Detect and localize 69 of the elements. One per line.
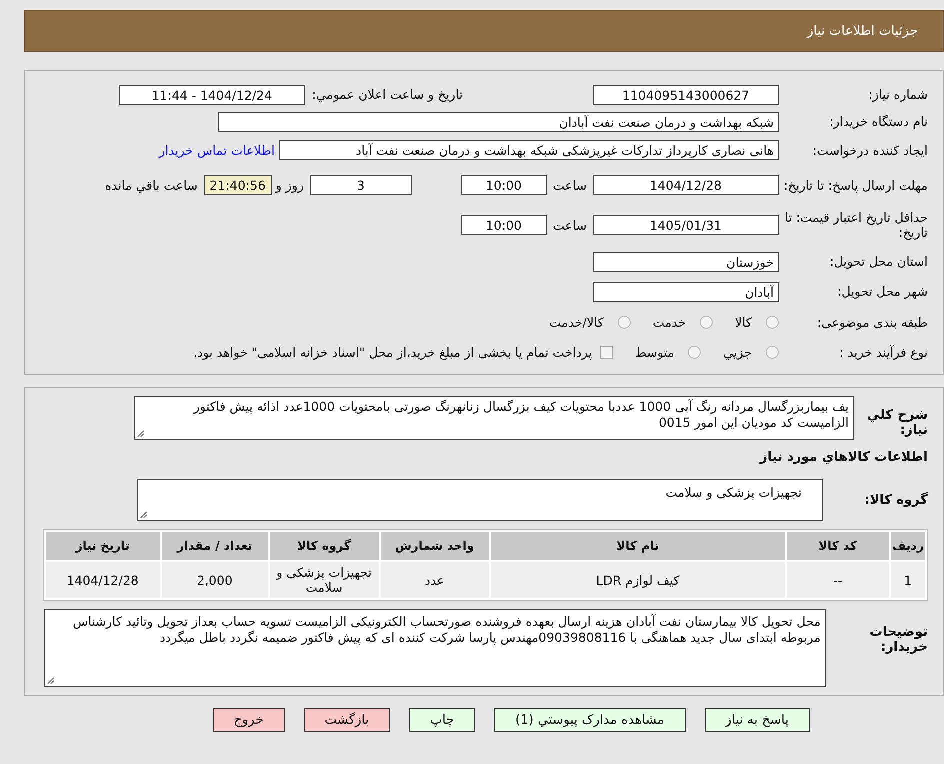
checkbox[interactable] xyxy=(600,346,614,359)
field-label: نام دستگاه خریدار: xyxy=(828,114,928,129)
requester-field[interactable]: هانی نصاری کارپرداز تدارکات غیرپزشکی شبکه بهداشت و درمان صنعت نفت آباد xyxy=(279,140,779,160)
field-label: ساعت باقي مانده xyxy=(105,178,198,192)
action-button[interactable]: خروج xyxy=(212,708,285,732)
need-number-field[interactable]: 1104095143000627 xyxy=(593,84,779,104)
column-header: نام کالا xyxy=(491,532,785,560)
column-header: گروه کالا xyxy=(270,532,379,560)
checkbox-label: پرداخت تمام یا بخشی از مبلغ خرید،از محل "اسناد خزانه اسلامی" خواهد بود. xyxy=(194,345,592,360)
option-label: خدمت xyxy=(652,314,686,330)
field-label: ساعت xyxy=(552,218,587,232)
field-label: استان محل تحویل: xyxy=(828,254,928,269)
field-label: شهر محل تحویل: xyxy=(836,284,928,299)
table-cell: 1404/12/28 xyxy=(46,562,160,598)
province-field[interactable]: خوزستان xyxy=(593,252,779,272)
field-label: گروه کالا: xyxy=(864,492,928,508)
column-header: تاریخ نیاز xyxy=(46,532,160,560)
table-cell: -- xyxy=(786,562,890,598)
field-label: شماره نیاز: xyxy=(868,87,928,102)
radio-button[interactable] xyxy=(688,346,702,359)
action-button[interactable]: مشاهده مدارک پیوستي (1) xyxy=(494,708,686,732)
field-label: ایجاد کننده درخواست: xyxy=(812,142,928,158)
table-cell: تجهیزات پزشکی و سلامت xyxy=(270,562,379,598)
option-label: کالا xyxy=(735,314,752,330)
section-title: اطلاعات كالاهاي مورد نياز xyxy=(758,450,928,465)
field-label: مهلت ارسال پاسخ: تا تاریخ: xyxy=(782,178,928,192)
contact-link[interactable]: اطلاعات تماس خریدار xyxy=(159,142,275,158)
radio-button[interactable] xyxy=(618,316,631,328)
date-field[interactable]: 1405/01/31 xyxy=(593,215,779,235)
buyer-org-field[interactable]: شبکه بهداشت و درمان صنعت نفت آبادان xyxy=(218,112,779,132)
city-field[interactable]: آبادان xyxy=(593,282,779,302)
field-label: شرح كلي نياز: xyxy=(866,407,928,438)
table-cell: 2,000 xyxy=(162,562,268,598)
field-label: نوع فرآیند خرید : xyxy=(838,345,928,360)
time-field[interactable]: 10:00 xyxy=(460,215,547,235)
radio-button[interactable] xyxy=(700,316,714,328)
resize-grip-icon[interactable] xyxy=(137,430,144,437)
remaining-time-field[interactable]: 21:40:56 xyxy=(204,175,272,195)
announce-date-field[interactable]: 1404/12/24 - 11:44 xyxy=(119,84,306,104)
page-title: جزئیات اطلاعات نیاز xyxy=(807,24,918,38)
column-header: کد کالا xyxy=(786,532,890,560)
field-label: تاریخ و ساعت اعلان عمومي: xyxy=(312,87,463,102)
table-cell: عدد xyxy=(380,562,490,598)
table-cell: کیف لوازم LDR xyxy=(491,562,785,598)
option-label: متوسط xyxy=(635,345,674,360)
column-header: واحد شمارش xyxy=(380,532,490,560)
option-label: کالا/خدمت xyxy=(549,314,604,330)
column-header: تعداد / مقدار xyxy=(162,532,268,560)
table-cell: 1 xyxy=(891,562,925,598)
action-button[interactable]: بازگشت xyxy=(304,708,390,732)
field-label: طبقه بندی موضوعی: xyxy=(816,314,928,330)
date-field[interactable]: 1404/12/28 xyxy=(593,175,779,195)
goods-group-field[interactable]: تجهیزات پزشکی و سلامت xyxy=(137,479,823,521)
field-label: حداقل تاریخ اعتبار قیمت: تا تاریخ: xyxy=(784,210,928,240)
time-field[interactable]: 10:00 xyxy=(460,175,547,195)
field-label: ساعت xyxy=(552,178,587,192)
action-button[interactable]: چاپ xyxy=(409,708,476,732)
resize-grip-icon[interactable] xyxy=(47,677,54,684)
option-label: جزیي xyxy=(723,345,752,360)
radio-button[interactable] xyxy=(766,346,779,359)
column-header: ردیف xyxy=(891,532,925,560)
resize-grip-icon[interactable] xyxy=(140,511,147,518)
buyer-notes-field[interactable]: محل تحویل کالا بیمارستان نفت آبادان هزینه ارسال بعهده فروشنده صورتحساب الکترونیکی الزامیست تسویه حساب بعداز تحویل وتائید کارشناس مربوطه ابتدای سال جدید هماهنگی با 09039808116مهندس پارسا شرکت کننده ای که پیش فاکتور ضمیمه نگردد باطل میگردد xyxy=(44,609,826,687)
description-field[interactable]: یف بیماربزرگسال مردانه رنگ آبی 1000 عددبا محتویات کیف بزرگسال زنانهرنگ صورتی بامحتویات 1000عدد اذائه پیش فاکتور الزامیست کد مودیان این امور 0015 xyxy=(134,396,854,440)
radio-button[interactable] xyxy=(766,316,779,328)
field-label: روز و xyxy=(276,178,304,192)
action-button[interactable]: پاسخ به نیاز xyxy=(704,708,810,732)
field-label: توضیحات خریدار: xyxy=(868,624,928,655)
days-field[interactable]: 3 xyxy=(310,175,412,195)
